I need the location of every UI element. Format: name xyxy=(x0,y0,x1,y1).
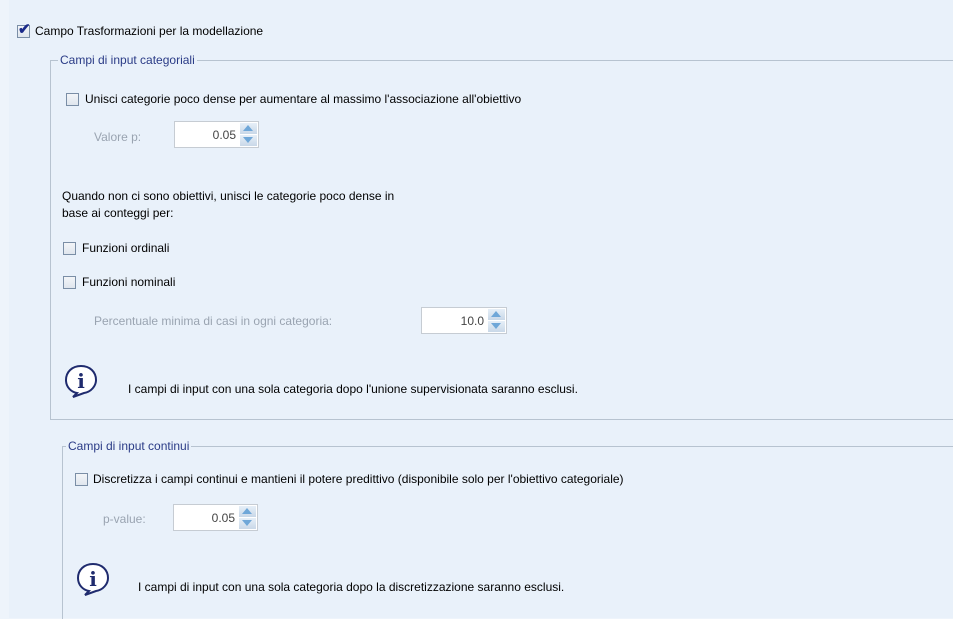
merge-sparse-categories-checkbox[interactable] xyxy=(66,93,79,106)
spin-down-icon[interactable] xyxy=(488,321,505,332)
min-pct-value: 10.0 xyxy=(460,314,484,328)
continuous-p-value-value: 0.05 xyxy=(211,511,235,525)
ordinal-features-label: Funzioni ordinali xyxy=(82,241,170,255)
merge-sparse-categories-label: Unisci categorie poco dense per aumentar… xyxy=(85,92,522,106)
categorical-inputs-legend: Campi di input categoriali xyxy=(58,53,197,67)
field-transformations-checkbox[interactable]: ✔ xyxy=(17,21,31,38)
spin-up-icon[interactable] xyxy=(488,309,505,320)
spin-up-icon[interactable] xyxy=(240,123,257,134)
spin-down-icon[interactable] xyxy=(239,518,256,529)
min-pct-label: Percentuale minima di casi in ogni categ… xyxy=(94,314,333,328)
info-balloon-icon: i xyxy=(64,364,98,398)
discretize-continuous-label: Discretizza i campi continui e mantieni … xyxy=(93,472,624,486)
continuous-p-value-spinner[interactable]: 0.05 xyxy=(173,504,258,531)
ordinal-features-checkbox[interactable] xyxy=(63,242,76,255)
info-balloon-icon: i xyxy=(76,562,110,596)
categorical-inputs-group xyxy=(50,60,953,420)
p-value-value: 0.05 xyxy=(212,128,236,142)
checkmark-icon: ✔ xyxy=(18,21,31,38)
min-pct-spinner[interactable]: 10.0 xyxy=(421,307,507,334)
no-target-text-line2: base ai conteggi per: xyxy=(62,206,174,220)
continuous-p-value-label: p-value: xyxy=(103,512,146,526)
p-value-spinner[interactable]: 0.05 xyxy=(174,121,259,148)
spin-down-icon[interactable] xyxy=(240,135,257,146)
discretize-continuous-checkbox[interactable] xyxy=(75,473,88,486)
field-transformations-label: Campo Trasformazioni per la modellazione xyxy=(35,24,264,38)
continuous-info-text: I campi di input con una sola categoria … xyxy=(138,580,565,594)
continuous-inputs-legend: Campi di input continui xyxy=(66,439,192,453)
no-target-text-line1: Quando non ci sono obiettivi, unisci le … xyxy=(62,189,395,203)
nominal-features-checkbox[interactable] xyxy=(63,276,76,289)
svg-text:i: i xyxy=(77,369,85,393)
categorical-info-text: I campi di input con una sola categoria … xyxy=(128,382,578,396)
svg-text:i: i xyxy=(89,567,97,591)
spin-up-icon[interactable] xyxy=(239,506,256,517)
nominal-features-label: Funzioni nominali xyxy=(82,275,176,289)
p-value-label: Valore p: xyxy=(94,130,142,144)
